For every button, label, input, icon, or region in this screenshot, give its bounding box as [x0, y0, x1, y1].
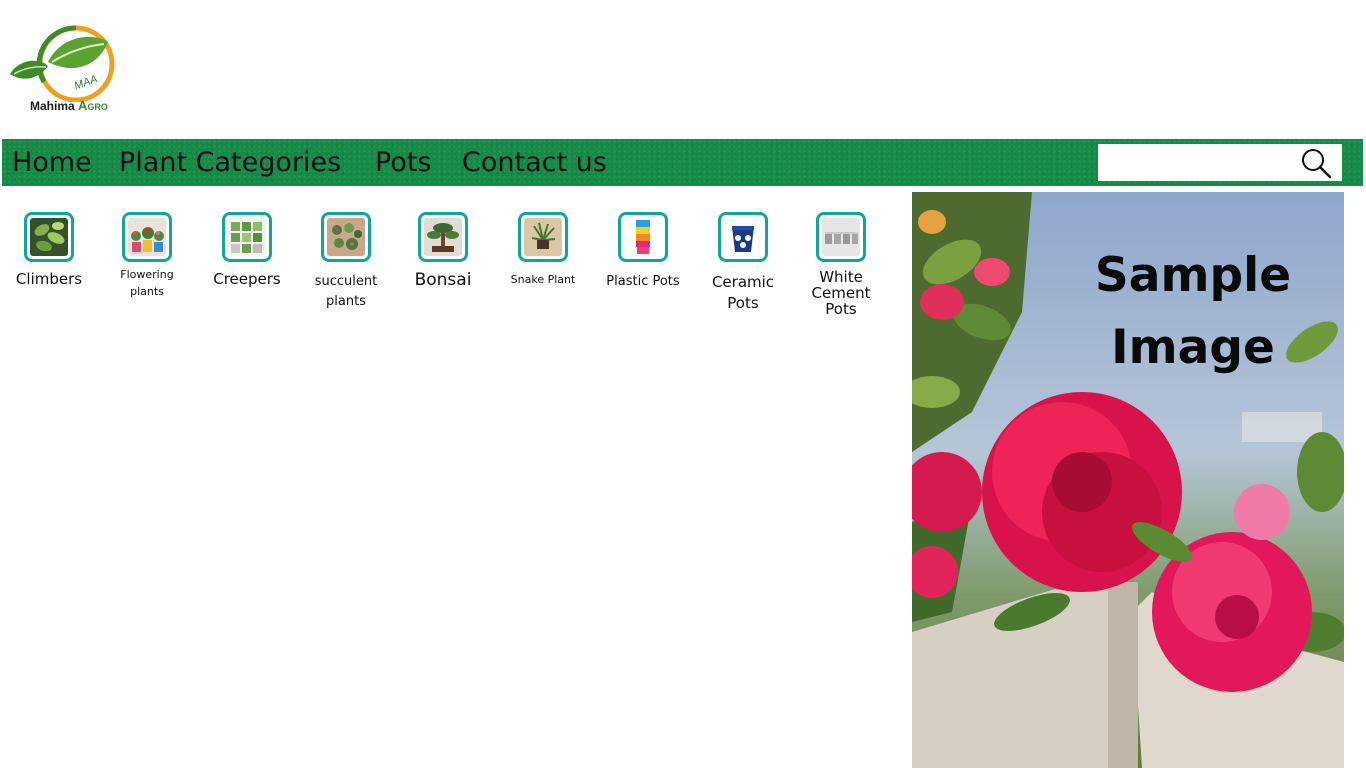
- category-white-cement-pots[interactable]: White Cement Pots: [801, 212, 881, 317]
- bonsai-thumb-icon: [418, 212, 468, 262]
- nav-pots[interactable]: Pots: [375, 146, 432, 180]
- category-bonsai[interactable]: Bonsai: [403, 212, 483, 290]
- category-label: Climbers: [15, 270, 83, 288]
- brand-second: Agro: [78, 98, 108, 113]
- logo[interactable]: MAA Mahima Agro: [8, 22, 128, 120]
- category-succulent-plants[interactable]: succulent plants: [306, 212, 386, 311]
- logo-text: Mahima Agro: [30, 98, 140, 113]
- creeper-plant-thumb-icon: [222, 212, 272, 262]
- category-label: Flowering plants: [120, 268, 174, 298]
- snake-plant-thumb-icon: [518, 212, 568, 262]
- category-label: succulent plants: [314, 274, 378, 309]
- search-icon[interactable]: [1300, 147, 1332, 179]
- category-label: Creepers: [213, 270, 281, 288]
- nav-plant-categories[interactable]: Plant Categories: [119, 146, 341, 180]
- svg-text:MAA: MAA: [73, 73, 100, 92]
- ceramic-pot-thumb-icon: [718, 212, 768, 262]
- succulent-thumb-icon: [321, 212, 371, 262]
- sample-image: Sample Image: [912, 192, 1344, 768]
- search-input[interactable]: [1104, 148, 1298, 178]
- category-snake-plant[interactable]: Snake Plant: [503, 212, 583, 289]
- category-label: White Cement Pots: [811, 268, 871, 318]
- climber-plant-thumb-icon: [24, 212, 74, 262]
- category-label: Plastic Pots: [606, 274, 680, 289]
- brand-first: Mahima: [30, 99, 75, 113]
- nav-contact-us[interactable]: Contact us: [462, 146, 607, 180]
- category-ceramic-pots[interactable]: Ceramic Pots: [703, 212, 783, 314]
- page: MAA Mahima Agro Home Plant Categories Po…: [0, 0, 1366, 768]
- category-label: Bonsai: [414, 270, 472, 290]
- plastic-pots-thumb-icon: [618, 212, 668, 262]
- nav-home[interactable]: Home: [12, 146, 92, 180]
- category-creepers[interactable]: Creepers: [207, 212, 287, 288]
- flowering-plant-thumb-icon: [122, 212, 172, 262]
- cement-pots-thumb-icon: [816, 212, 866, 262]
- category-plastic-pots[interactable]: Plastic Pots: [603, 212, 683, 292]
- main-navbar: Home Plant Categories Pots Contact us: [2, 139, 1363, 186]
- category-label: Ceramic Pots: [711, 273, 775, 312]
- search-box: [1098, 144, 1342, 181]
- leaf-logo-icon: MAA: [10, 25, 115, 102]
- sample-image-caption: Sample Image: [1094, 248, 1292, 375]
- category-flowering-plants[interactable]: Flowering plants: [107, 212, 187, 300]
- category-climbers[interactable]: Climbers: [9, 212, 89, 288]
- category-label: Snake Plant: [510, 273, 576, 286]
